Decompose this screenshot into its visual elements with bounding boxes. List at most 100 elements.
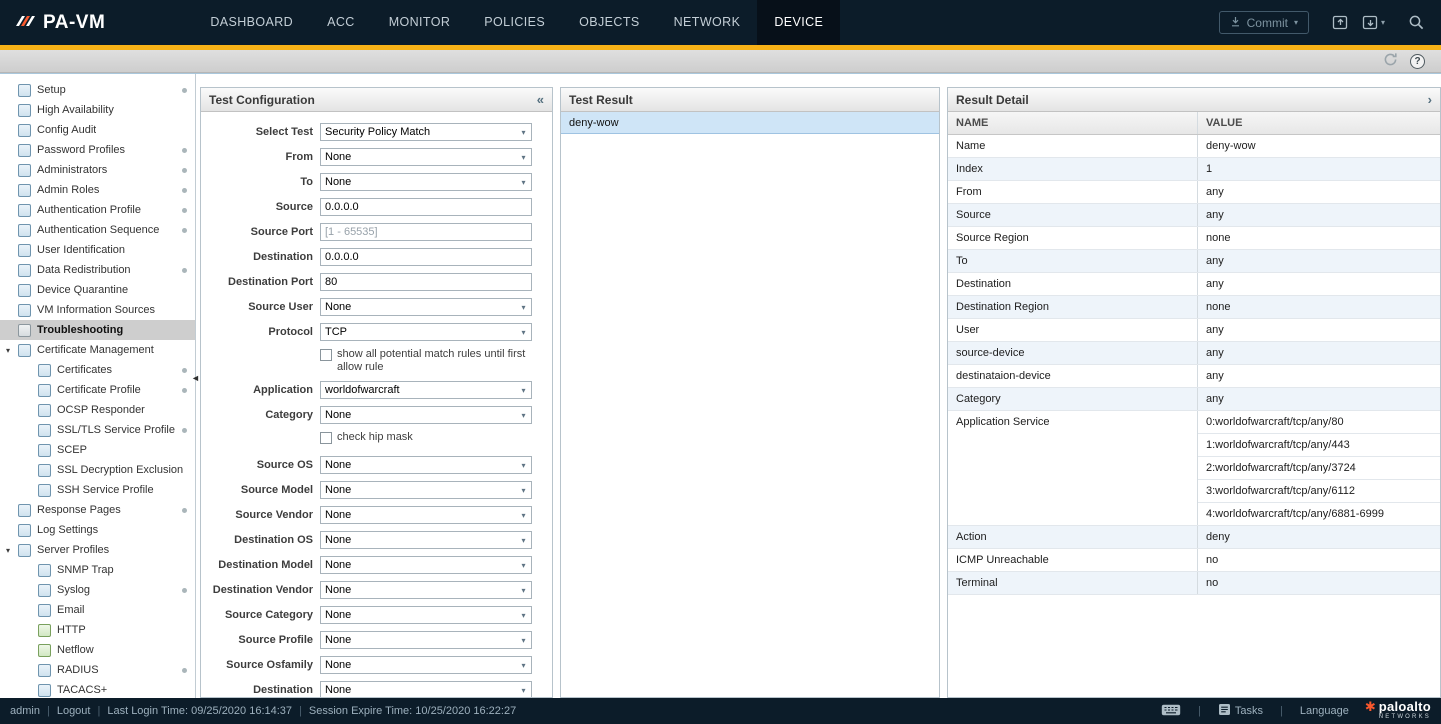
commit-button[interactable]: Commit ▾ — [1219, 11, 1309, 34]
destination-model-select[interactable]: None▾ — [320, 556, 532, 574]
pending-change-dot — [182, 668, 187, 673]
application-select[interactable]: worldofwarcraft▾ — [320, 381, 532, 399]
destination-os-select[interactable]: None▾ — [320, 531, 532, 549]
test-result-row-deny-wow[interactable]: deny-wow — [561, 112, 939, 134]
detail-value-cell: any — [1198, 342, 1440, 364]
collapse-arrow-icon[interactable]: ▾ — [6, 546, 18, 555]
form-row-source-os: Source OSNone▾ — [201, 456, 552, 474]
sidebar-item-setup[interactable]: Setup — [0, 80, 195, 100]
sidebar-item-label: Authentication Profile — [37, 204, 141, 216]
column-header-value[interactable]: VALUE — [1198, 112, 1440, 134]
sidebar-item-device-quarantine[interactable]: Device Quarantine — [0, 280, 195, 300]
tab-acc[interactable]: ACC — [310, 0, 372, 45]
source-port-input[interactable] — [320, 223, 532, 241]
sidebar-item-radius[interactable]: RADIUS — [0, 660, 195, 680]
sidebar-item-tacacs[interactable]: TACACS+ — [0, 680, 195, 698]
destination-input[interactable] — [320, 248, 532, 266]
sidebar-item-ocsp-responder[interactable]: OCSP Responder — [0, 400, 195, 420]
sidebar-item-administrators[interactable]: Administrators — [0, 160, 195, 180]
search-icon[interactable] — [1408, 14, 1425, 31]
test-result-panel: Test Result deny-wow — [560, 87, 940, 698]
sidebar-item-server-profiles[interactable]: ▾Server Profiles — [0, 540, 195, 560]
show-all-potential-match-rules-until-first-allow-rule-checkbox[interactable] — [320, 349, 332, 361]
destination-vendor-select[interactable]: None▾ — [320, 581, 532, 599]
source-vendor-select[interactable]: None▾ — [320, 506, 532, 524]
logout-link[interactable]: Logout — [57, 705, 91, 717]
tasks-button[interactable]: Tasks — [1218, 703, 1263, 719]
detail-row-destinataion-device: destinataion-deviceany — [948, 365, 1440, 388]
to-select[interactable]: None▾ — [320, 173, 532, 191]
from-select[interactable]: None▾ — [320, 148, 532, 166]
sidebar-item-certificate-profile[interactable]: Certificate Profile — [0, 380, 195, 400]
sidebar-item-vm-information-sources[interactable]: VM Information Sources — [0, 300, 195, 320]
sidebar-item-response-pages[interactable]: Response Pages — [0, 500, 195, 520]
tab-dashboard[interactable]: DASHBOARD — [193, 0, 310, 45]
sidebar-item-label: Log Settings — [37, 524, 98, 536]
sidebar-item-certificate-management[interactable]: ▾Certificate Management — [0, 340, 195, 360]
separator: | — [47, 705, 50, 717]
chevron-down-icon: ▾ — [516, 153, 531, 162]
column-header-name[interactable]: NAME — [948, 112, 1198, 134]
checkout-config-icon[interactable]: ▾ — [1362, 14, 1385, 31]
form-row-source-category: Source CategoryNone▾ — [201, 606, 552, 624]
protocol-select[interactable]: TCP▾ — [320, 323, 532, 341]
tab-objects[interactable]: OBJECTS — [562, 0, 656, 45]
sidebar-item-config-audit[interactable]: Config Audit — [0, 120, 195, 140]
source-model-select[interactable]: None▾ — [320, 481, 532, 499]
sidebar-item-ssl-decryption-exclusion[interactable]: SSL Decryption Exclusion — [0, 460, 195, 480]
select-test-select[interactable]: Security Policy Match▾ — [320, 123, 532, 141]
sidebar-item-authentication-sequence[interactable]: Authentication Sequence — [0, 220, 195, 240]
sidebar-item-troubleshooting[interactable]: Troubleshooting — [0, 320, 195, 340]
tasks-icon — [1218, 703, 1231, 719]
sidebar-item-user-identification[interactable]: User Identification — [0, 240, 195, 260]
source-user-select[interactable]: None▾ — [320, 298, 532, 316]
destination-select[interactable]: None▾ — [320, 681, 532, 697]
tab-policies[interactable]: POLICIES — [467, 0, 562, 45]
sidebar-item-high-availability[interactable]: High Availability — [0, 100, 195, 120]
source-osfamily-select[interactable]: None▾ — [320, 656, 532, 674]
destination-port-input[interactable] — [320, 273, 532, 291]
sidebar-item-log-settings[interactable]: Log Settings — [0, 520, 195, 540]
sidebar-item-admin-roles[interactable]: Admin Roles — [0, 180, 195, 200]
help-icon[interactable]: ? — [1410, 54, 1425, 69]
sidebar-item-scep[interactable]: SCEP — [0, 440, 195, 460]
tab-network[interactable]: NETWORK — [657, 0, 758, 45]
sidebar-item-http[interactable]: HTTP — [0, 620, 195, 640]
sidebar-item-email[interactable]: Email — [0, 600, 195, 620]
sidebar-item-data-redistribution[interactable]: Data Redistribution — [0, 260, 195, 280]
form-row-application: Applicationworldofwarcraft▾ — [201, 381, 552, 399]
collapse-panel-icon[interactable]: « — [537, 93, 544, 106]
detail-row-user: Userany — [948, 319, 1440, 342]
tab-device[interactable]: DEVICE — [757, 0, 840, 45]
panel-header: Result Detail › — [948, 88, 1440, 112]
source-input[interactable] — [320, 198, 532, 216]
expand-panel-icon[interactable]: › — [1428, 93, 1432, 106]
refresh-icon[interactable] — [1383, 52, 1398, 70]
sidebar-item-snmp-trap[interactable]: SNMP Trap — [0, 560, 195, 580]
nav-actions: Commit ▾ ▾ — [1219, 11, 1441, 34]
sidebar-item-certificates[interactable]: Certificates — [0, 360, 195, 380]
detail-value-cell: none — [1198, 227, 1440, 249]
sidebar-item-ssl-tls-service-profile[interactable]: SSL/TLS Service Profile — [0, 420, 195, 440]
sidebar-item-password-profiles[interactable]: Password Profiles — [0, 140, 195, 160]
language-button[interactable]: Language — [1300, 705, 1349, 717]
sidebar-item-syslog[interactable]: Syslog — [0, 580, 195, 600]
sidebar-collapse-handle[interactable]: ◄ — [191, 374, 200, 383]
source-os-select[interactable]: None▾ — [320, 456, 532, 474]
checkin-config-icon[interactable] — [1332, 14, 1349, 31]
source-profile-select[interactable]: None▾ — [320, 631, 532, 649]
sidebar-item-ssh-service-profile[interactable]: SSH Service Profile — [0, 480, 195, 500]
select-value: None — [321, 409, 516, 421]
sidebar-item-authentication-profile[interactable]: Authentication Profile — [0, 200, 195, 220]
separator: | — [1280, 705, 1283, 717]
sidebar-item-netflow[interactable]: Netflow — [0, 640, 195, 660]
user-identification-icon — [18, 244, 31, 257]
check-hip-mask-checkbox[interactable] — [320, 432, 332, 444]
tab-monitor[interactable]: MONITOR — [372, 0, 468, 45]
sidebar-item-label: Data Redistribution — [37, 264, 131, 276]
collapse-arrow-icon[interactable]: ▾ — [6, 346, 18, 355]
field-label: To — [201, 176, 313, 188]
keyboard-icon[interactable] — [1161, 704, 1181, 719]
category-select[interactable]: None▾ — [320, 406, 532, 424]
source-category-select[interactable]: None▾ — [320, 606, 532, 624]
